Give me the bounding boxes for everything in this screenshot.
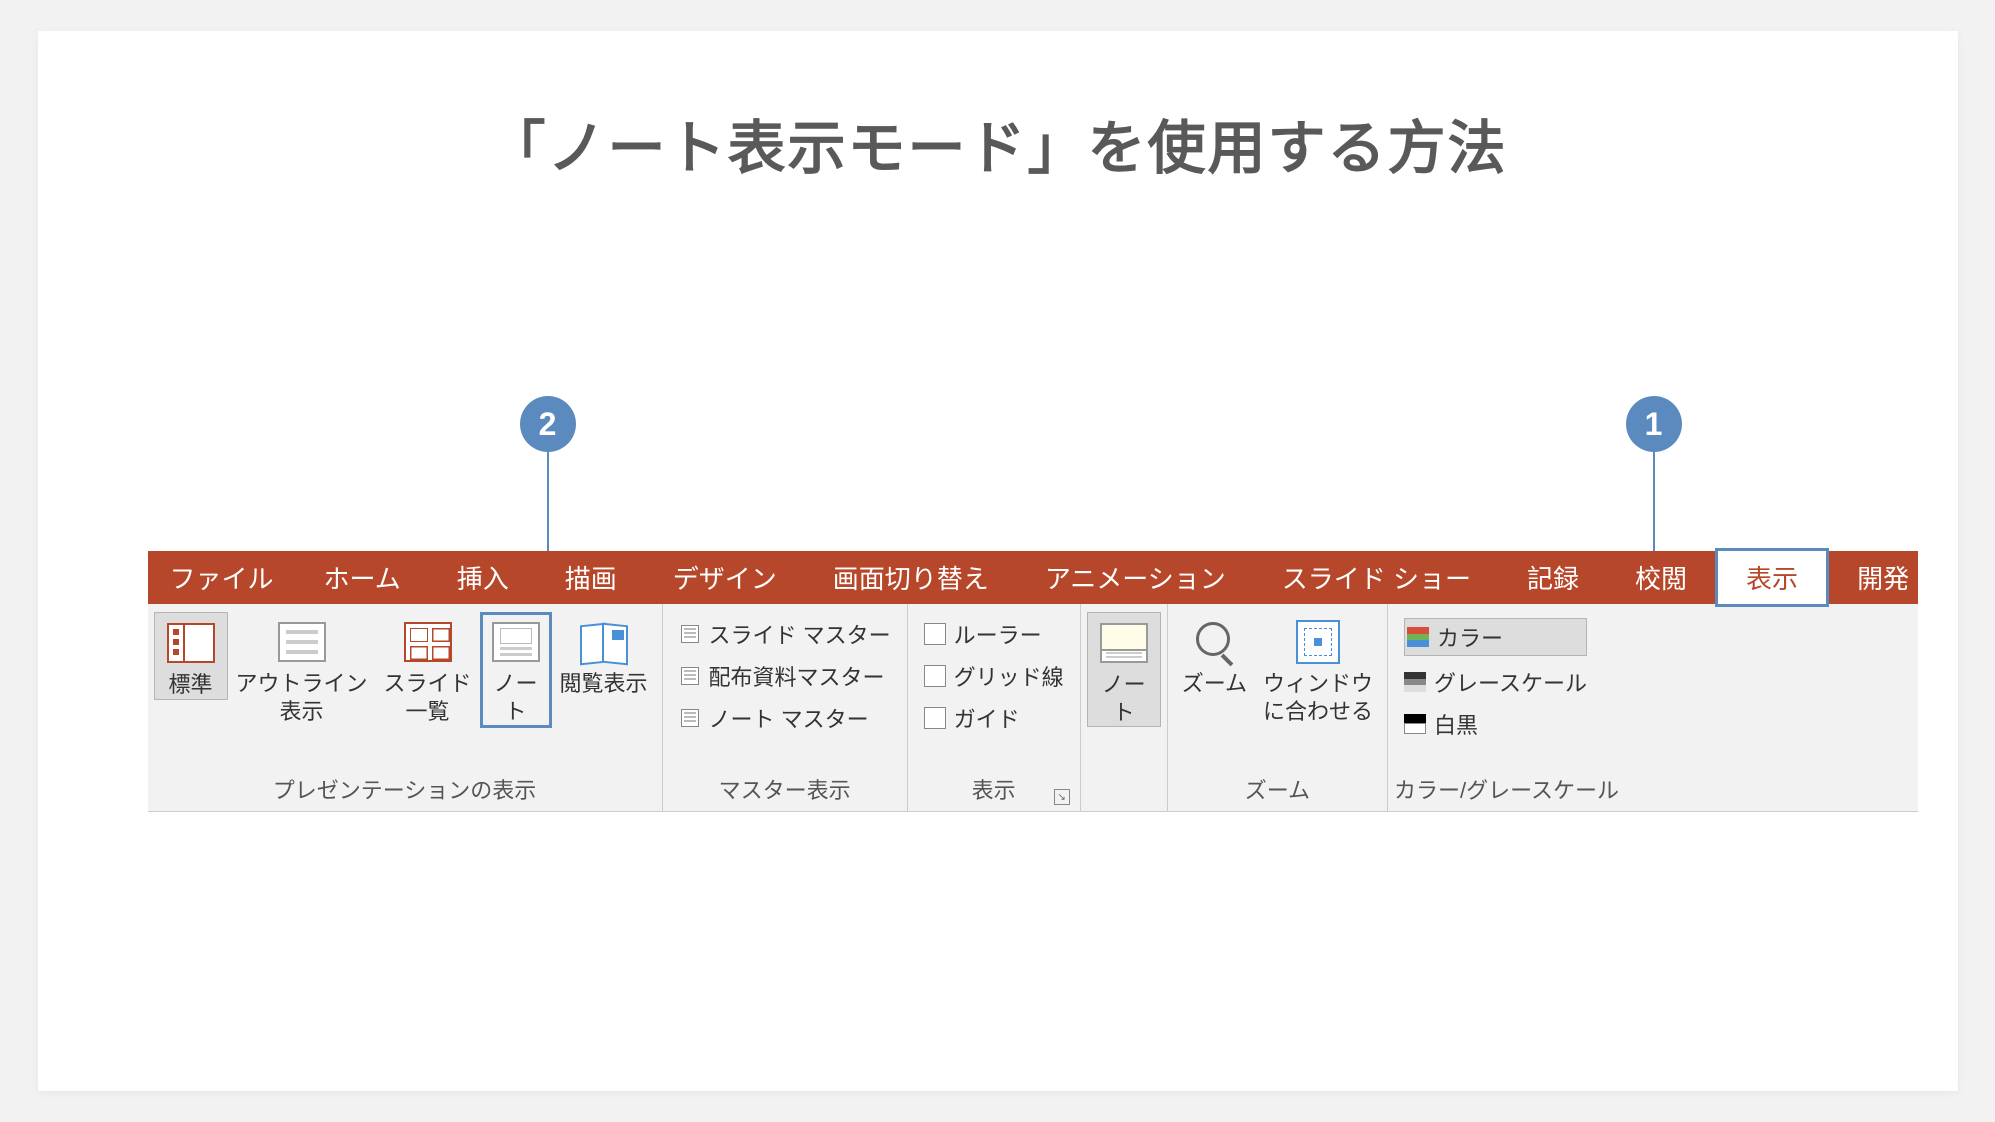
bw-mode-button[interactable]: 白黒: [1404, 708, 1587, 740]
tab-developer[interactable]: 開発: [1829, 551, 1937, 604]
fit-to-window-button[interactable]: ウィンドウ に合わせる: [1255, 612, 1381, 725]
color-mode-label: カラー: [1437, 621, 1503, 653]
normal-view-label: 標準: [168, 671, 212, 699]
color-mode-button[interactable]: カラー: [1404, 618, 1587, 656]
ribbon-tabs: ファイル ホーム 挿入 描画 デザイン 画面切り替え アニメーション スライド …: [148, 551, 1918, 604]
group-label-zoom: ズーム: [1174, 769, 1381, 811]
fit-to-window-label: ウィンドウ に合わせる: [1263, 670, 1373, 725]
slide-sorter-button[interactable]: スライド 一覧: [376, 612, 480, 725]
zoom-label: ズーム: [1182, 670, 1247, 698]
show-group-launcher[interactable]: ↘: [1054, 789, 1070, 805]
zoom-icon: [1192, 620, 1236, 664]
notes-page-icon: [492, 622, 540, 662]
color-swatch-icon: [1407, 627, 1429, 647]
tab-record[interactable]: 記録: [1499, 551, 1607, 604]
outline-view-icon: [278, 622, 326, 662]
notes-pane-icon: [1100, 623, 1148, 663]
outline-view-label: アウトライン 表示: [236, 670, 368, 725]
group-label-presentation-views: プレゼンテーションの表示: [154, 769, 656, 811]
group-label-show: 表示 ↘: [914, 769, 1074, 811]
reading-view-label: 閲覧表示: [560, 670, 648, 698]
ruler-label: ルーラー: [954, 618, 1042, 650]
ruler-checkbox[interactable]: ルーラー: [924, 618, 1064, 650]
bw-mode-label: 白黒: [1434, 708, 1478, 740]
reading-view-icon: [580, 622, 628, 662]
group-show: ルーラー グリッド線 ガイド 表示 ↘: [908, 604, 1081, 811]
tab-file[interactable]: ファイル: [148, 551, 296, 604]
normal-view-icon: [167, 623, 215, 663]
checkbox-icon: [924, 665, 946, 687]
group-master-views: スライド マスター 配布資料マスター ノート マスター マスター表示: [663, 604, 908, 811]
notes-page-label: ノー ト: [494, 670, 538, 725]
reading-view-button[interactable]: 閲覧表示: [552, 612, 656, 698]
gridlines-label: グリッド線: [954, 660, 1064, 692]
notes-master-icon: [681, 709, 699, 727]
slide-sorter-icon: [404, 622, 452, 662]
group-label-notes-pane: [1087, 775, 1161, 811]
handout-master-label: 配布資料マスター: [709, 660, 885, 692]
fit-to-window-icon: [1296, 620, 1340, 664]
tab-home[interactable]: ホーム: [296, 551, 429, 604]
checkbox-icon: [924, 707, 946, 729]
bw-swatch-icon: [1404, 714, 1426, 734]
notes-master-label: ノート マスター: [709, 702, 869, 734]
notes-pane-button[interactable]: ノー ト: [1087, 612, 1161, 727]
tab-transition[interactable]: 画面切り替え: [805, 551, 1017, 604]
callout-circle-2: 2: [520, 396, 576, 452]
slide-master-button[interactable]: スライド マスター: [679, 618, 891, 650]
notes-master-button[interactable]: ノート マスター: [679, 702, 891, 734]
tab-insert[interactable]: 挿入: [429, 551, 537, 604]
checkbox-icon: [924, 623, 946, 645]
slide-sorter-label: スライド 一覧: [384, 670, 472, 725]
grayscale-mode-button[interactable]: グレースケール: [1404, 666, 1587, 698]
callout-line-1: [1653, 452, 1655, 551]
group-notes-pane: ノー ト: [1081, 604, 1168, 811]
tab-slideshow[interactable]: スライド ショー: [1254, 551, 1499, 604]
grayscale-swatch-icon: [1404, 672, 1426, 692]
group-label-color-grayscale: カラー/グレースケール: [1394, 769, 1619, 811]
tab-view[interactable]: 表示: [1715, 548, 1829, 607]
notes-page-button[interactable]: ノー ト: [480, 612, 552, 728]
tab-draw[interactable]: 描画: [537, 551, 645, 604]
guides-label: ガイド: [954, 702, 1020, 734]
slide-master-icon: [681, 625, 699, 643]
slide: 「ノート表示モード」を使用する方法 1 2 ファイル ホーム 挿入 描画 デザイ…: [38, 31, 1958, 1091]
slide-title: 「ノート表示モード」を使用する方法: [118, 101, 1878, 185]
normal-view-button[interactable]: 標準: [154, 612, 228, 700]
callout-circle-1: 1: [1626, 396, 1682, 452]
notes-pane-label: ノー ト: [1102, 671, 1146, 726]
ribbon: ファイル ホーム 挿入 描画 デザイン 画面切り替え アニメーション スライド …: [148, 551, 1918, 812]
gridlines-checkbox[interactable]: グリッド線: [924, 660, 1064, 692]
tab-animation[interactable]: アニメーション: [1017, 551, 1254, 604]
ribbon-body: 標準 アウトライン 表示 スライド 一覧 ノー ト: [148, 604, 1918, 812]
outline-view-button[interactable]: アウトライン 表示: [228, 612, 376, 725]
guides-checkbox[interactable]: ガイド: [924, 702, 1064, 734]
zoom-button[interactable]: ズーム: [1174, 612, 1255, 698]
handout-master-button[interactable]: 配布資料マスター: [679, 660, 891, 692]
group-zoom: ズーム ウィンドウ に合わせる ズーム: [1168, 604, 1388, 811]
callout-1: 1: [1626, 396, 1682, 551]
handout-master-icon: [681, 667, 699, 685]
grayscale-mode-label: グレースケール: [1434, 666, 1587, 698]
tab-review[interactable]: 校閲: [1607, 551, 1715, 604]
tab-design[interactable]: デザイン: [645, 551, 805, 604]
group-label-master-views: マスター表示: [669, 769, 901, 811]
slide-master-label: スライド マスター: [709, 618, 891, 650]
group-color-grayscale: カラー グレースケール 白黒 カラー/グレースケール: [1388, 604, 1625, 811]
group-presentation-views: 標準 アウトライン 表示 スライド 一覧 ノー ト: [148, 604, 663, 811]
